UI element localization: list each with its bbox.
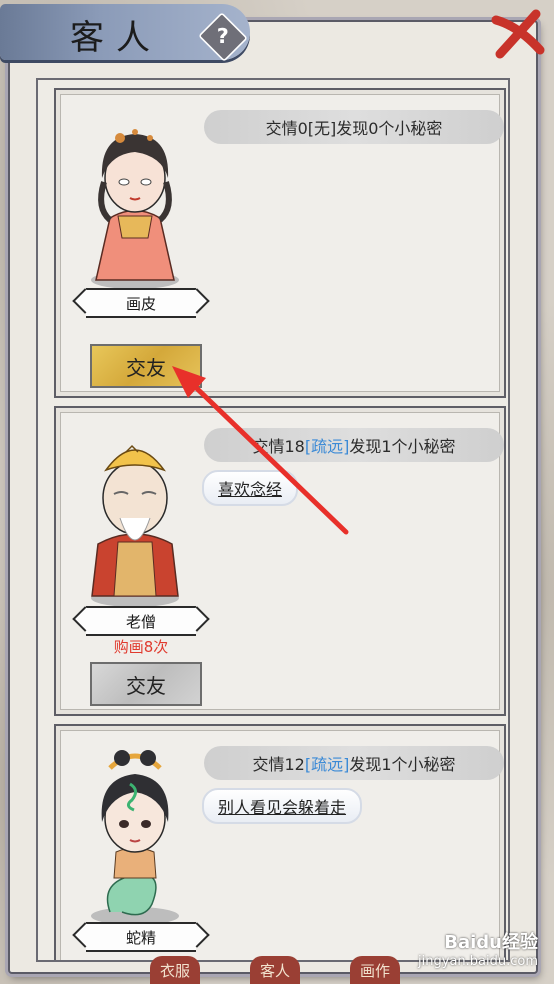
- nav-item-label: 客人: [260, 961, 291, 980]
- secrets-label: 发现0个小秘密: [336, 119, 443, 138]
- relation-label: [疏远]: [304, 755, 350, 774]
- affinity-bar: 交情18 [疏远] 发现1个小秘密: [204, 428, 504, 462]
- buy-count: 购画8次: [86, 636, 196, 657]
- make-friend-label: 交友: [126, 673, 166, 698]
- secret-tag-label: 喜欢念经: [218, 480, 283, 499]
- secrets-label: 发现1个小秘密: [349, 437, 456, 456]
- guest-portrait-snake-spirit[interactable]: [70, 744, 200, 929]
- nav-item-label: 衣服: [160, 961, 191, 980]
- panel-header: 客人 ?: [0, 0, 260, 66]
- guest-name-tag: 老僧: [86, 606, 196, 636]
- secrets-label: 发现1个小秘密: [349, 755, 456, 774]
- make-friend-button[interactable]: 交友: [90, 662, 202, 706]
- nav-item-clothing[interactable]: 衣服: [150, 956, 201, 984]
- affinity-label: 交情12: [252, 755, 305, 774]
- secret-tag-label: 别人看见会躲着走: [218, 798, 347, 817]
- relation-label: [无]: [307, 119, 337, 138]
- watermark-url: jingyan.baidu.com: [418, 954, 538, 969]
- guest-card-3: 交情12 [疏远] 发现1个小秘密 别人看见会躲着走 蛇精: [54, 724, 506, 960]
- guest-panel: 交情0 [无] 发现0个小秘密 画皮 交友 交情18 [疏远] 发现1个小秘密 …: [8, 20, 538, 974]
- guest-name: 画皮: [125, 294, 156, 313]
- nav-item-paintings[interactable]: 画作: [350, 956, 401, 984]
- close-brush-icon[interactable]: [490, 6, 546, 62]
- guest-portrait-huapi[interactable]: [70, 108, 200, 293]
- nav-item-label: 画作: [360, 961, 391, 980]
- guest-name: 蛇精: [125, 928, 156, 947]
- affinity-label: 交情0: [265, 119, 308, 138]
- guest-portrait-monk[interactable]: [70, 426, 200, 611]
- affinity-label: 交情18: [252, 437, 305, 456]
- secret-tag[interactable]: 别人看见会躲着走: [202, 788, 363, 824]
- nav-item-guests[interactable]: 客人: [250, 956, 301, 984]
- watermark-brand: Baidu经验: [444, 932, 538, 953]
- affinity-bar: 交情12 [疏远] 发现1个小秘密: [204, 746, 504, 780]
- guest-list[interactable]: 交情0 [无] 发现0个小秘密 画皮 交友 交情18 [疏远] 发现1个小秘密 …: [36, 78, 510, 962]
- guest-name-tag: 画皮: [86, 288, 196, 318]
- guest-card-2: 交情18 [疏远] 发现1个小秘密 喜欢念经 老僧 购画8次 交友: [54, 406, 506, 716]
- secret-tag[interactable]: 喜欢念经: [202, 470, 299, 506]
- guest-card-1: 交情0 [无] 发现0个小秘密 画皮 交友: [54, 88, 506, 398]
- guest-name: 老僧: [125, 612, 156, 631]
- buy-count-label: 购画8次: [113, 638, 169, 656]
- watermark: Baidu经验 jingyan.baidu.com: [418, 928, 538, 969]
- relation-label: [疏远]: [304, 437, 350, 456]
- page-title: 客人: [70, 18, 162, 58]
- make-friend-label: 交友: [126, 355, 166, 380]
- guest-name-tag: 蛇精: [86, 922, 196, 952]
- affinity-bar: 交情0 [无] 发现0个小秘密: [204, 110, 504, 144]
- make-friend-button[interactable]: 交友: [90, 344, 202, 388]
